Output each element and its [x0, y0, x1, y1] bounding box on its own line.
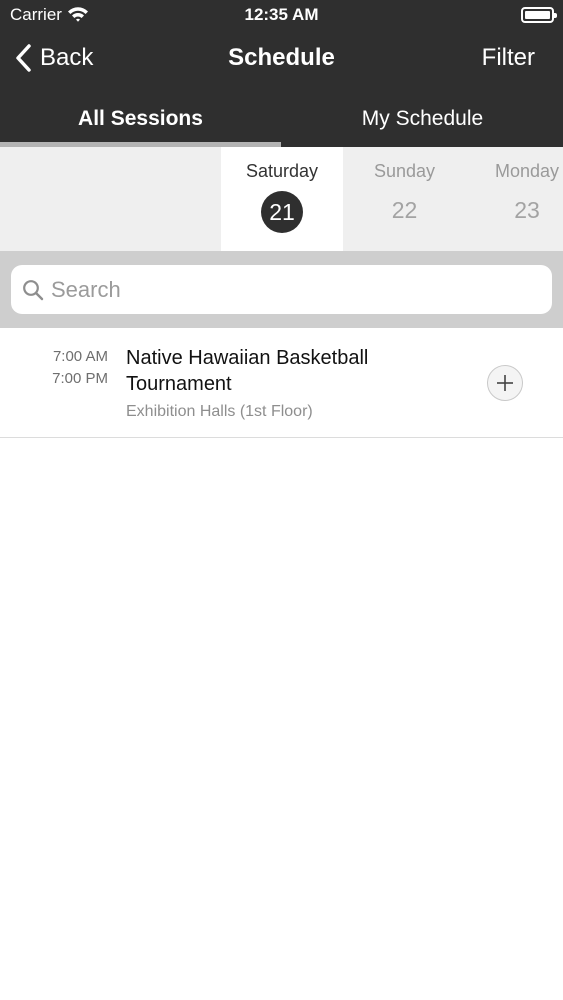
battery-icon — [521, 7, 557, 23]
tab-all-sessions[interactable]: All Sessions — [0, 90, 281, 147]
day-weekday: Saturday — [245, 161, 319, 181]
navigation-bar: Back Schedule Filter — [0, 30, 563, 90]
add-to-schedule-button[interactable] — [487, 365, 523, 401]
search-bar — [0, 251, 563, 328]
search-input[interactable] — [51, 265, 541, 314]
day-monday[interactable]: Monday 23 — [467, 147, 563, 251]
filter-button[interactable]: Filter — [482, 44, 535, 72]
plus-icon — [497, 375, 513, 391]
day-date: 21 — [261, 191, 303, 233]
session-title: Native Hawaiian Basketball Tournament — [126, 347, 369, 395]
day-weekday: Sunday — [373, 161, 436, 181]
search-field[interactable] — [11, 265, 552, 314]
day-sunday[interactable]: Sunday 22 — [345, 147, 464, 251]
back-label: Back — [40, 44, 94, 71]
day-date: 23 — [514, 197, 540, 223]
status-bar: Carrier 12:35 AM — [0, 0, 563, 30]
search-icon — [23, 280, 44, 301]
tab-my-schedule[interactable]: My Schedule — [282, 90, 563, 147]
session-location: Exhibition Halls (1st Floor) — [126, 403, 313, 420]
clock: 12:35 AM — [244, 5, 319, 24]
day-weekday: Monday — [494, 161, 560, 181]
session-start-time: 7:00 AM — [52, 348, 108, 365]
day-picker: Saturday 21 Sunday 22 Monday 23 — [0, 147, 563, 251]
header: Carrier 12:35 AM Back Schedule Filter Al… — [0, 0, 563, 147]
segment-tabs: All Sessions My Schedule — [0, 90, 563, 147]
day-date: 22 — [391, 197, 418, 223]
session-row[interactable]: 7:00 AM 7:00 PM Native Hawaiian Basketba… — [0, 328, 563, 438]
day-saturday[interactable]: Saturday 21 — [221, 147, 343, 251]
chevron-left-icon — [16, 44, 31, 72]
back-button[interactable]: Back — [14, 42, 93, 74]
session-end-time: 7:00 PM — [52, 370, 108, 387]
